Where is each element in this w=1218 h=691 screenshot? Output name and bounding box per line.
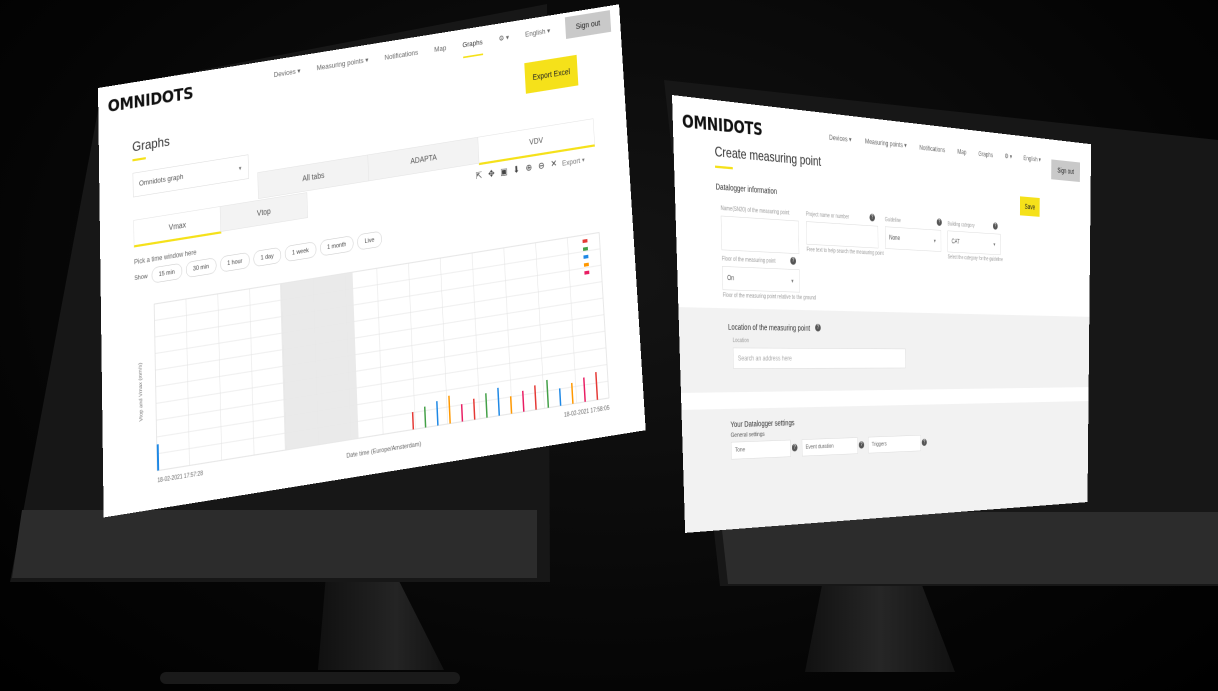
name-label: Name(SN20) of the measuring point — [720, 205, 790, 217]
nav-item[interactable]: Map — [957, 147, 966, 156]
sign-out-button[interactable]: Sign out — [1051, 159, 1080, 183]
range-prefix: Show — [134, 272, 148, 282]
select-icon[interactable]: ⇱ — [474, 171, 483, 182]
nav-item[interactable]: English ▾ — [1023, 154, 1040, 164]
date-right: 18-02-2021 17:58:05 — [564, 405, 610, 419]
help-icon[interactable]: ? — [992, 222, 998, 230]
help-icon[interactable]: ? — [936, 218, 942, 227]
project-label: Project name or number — [805, 211, 850, 221]
nav-item[interactable]: Devices ▾ — [829, 133, 852, 144]
section-general: Datalogger information — [715, 181, 778, 196]
highlight-band — [279, 272, 359, 451]
event-duration-label: Event duration — [805, 442, 834, 451]
tone-label: Tone — [734, 446, 746, 454]
pan-icon[interactable]: ✥ — [487, 169, 496, 180]
box-zoom-icon[interactable]: ▣ — [499, 167, 508, 178]
nav-item[interactable]: Measuring points ▾ — [316, 55, 368, 72]
nav-item[interactable]: Map — [434, 43, 446, 53]
range-30min[interactable]: 30 min — [185, 257, 217, 279]
tab-vmax[interactable]: Vmax — [133, 206, 222, 248]
left-monitor-stand — [318, 575, 444, 670]
event-duration-field[interactable]: Event duration — [801, 437, 858, 457]
triggers-label: Triggers — [871, 440, 887, 448]
y-axis-label: Vtop and Vmax (mm/s) — [138, 362, 145, 422]
tab-adapta[interactable]: ADAPTA — [367, 136, 480, 182]
range-live[interactable]: Live — [357, 230, 382, 251]
nav-item[interactable]: Devices ▾ — [274, 66, 301, 79]
guideline-label: Guideline — [884, 216, 901, 224]
page-title: Graphs — [132, 133, 170, 155]
nav-item[interactable]: English ▾ — [525, 26, 551, 39]
device-select[interactable]: Omnidots graph ▾ — [132, 154, 249, 198]
omnidots-logo: OMNIDOTS — [107, 83, 194, 117]
help-icon[interactable]: ? — [869, 213, 875, 222]
zoom-in-icon[interactable]: ⊕ — [524, 163, 533, 174]
omnidots-logo: OMNIDOTS — [681, 111, 763, 141]
chevron-down-icon: ▾ — [993, 241, 996, 248]
section-general-settings: General settings — [730, 430, 765, 439]
category-select[interactable]: CAT ▾ — [947, 230, 1001, 256]
nav-item[interactable]: Graphs — [462, 37, 484, 59]
guideline-value: None — [889, 233, 901, 242]
nav-item[interactable]: Graphs — [978, 149, 993, 158]
reset-icon[interactable]: ✕ — [549, 159, 558, 170]
range-1day[interactable]: 1 day — [253, 246, 282, 268]
chevron-down-icon: ▾ — [238, 164, 242, 172]
range-15min[interactable]: 15 min — [151, 262, 183, 284]
tab-all[interactable]: All tabs — [257, 154, 370, 199]
project-field[interactable] — [806, 221, 879, 249]
export-excel-button[interactable]: Export Excel — [524, 54, 579, 94]
nav-item[interactable]: Notifications — [919, 143, 945, 154]
chevron-down-icon: ▾ — [933, 237, 936, 245]
x-axis-label: Date time (Europe/Amsterdam) — [346, 441, 421, 460]
nav-item[interactable]: Measuring points ▾ — [865, 137, 907, 150]
export-dropdown[interactable]: Export — [562, 156, 581, 167]
title-underline — [132, 157, 146, 162]
name-field[interactable] — [720, 215, 800, 254]
zoom-out-icon[interactable]: ⊖ — [537, 161, 546, 172]
range-1hour[interactable]: 1 hour — [219, 252, 250, 273]
category-value: CAT — [951, 237, 960, 246]
left-monitor-chin — [12, 510, 537, 578]
floor-label: Floor of the measuring point — [721, 255, 776, 265]
download-icon[interactable]: ⬇ — [512, 165, 521, 176]
tab-vtop[interactable]: Vtop — [219, 192, 308, 232]
range-1week[interactable]: 1 week — [284, 241, 317, 263]
nav-item[interactable]: ⚙ ▾ — [1005, 152, 1012, 161]
title-underline — [715, 165, 733, 170]
right-monitor-stand — [805, 580, 955, 672]
right-screen: OMNIDOTS Devices ▾ Measuring points ▾ Noti… — [672, 95, 1092, 533]
help-icon[interactable]: ? — [815, 323, 821, 332]
guideline-select[interactable]: None ▾ — [884, 226, 942, 252]
top-navigation: Devices ▾ Measuring points ▾ Notifications… — [273, 15, 551, 90]
location-placeholder: Search an address here — [737, 354, 792, 363]
floor-hint: Floor of the measuring point relative to… — [722, 292, 817, 302]
help-icon[interactable]: ? — [790, 256, 797, 265]
location-search-input[interactable]: Search an address here — [732, 347, 906, 369]
chevron-down-icon: ▾ — [581, 156, 585, 164]
category-label: Building category — [947, 221, 975, 229]
project-hint: Free text to help search the measuring p… — [806, 246, 884, 257]
left-screen: OMNIDOTS Devices ▾ Measuring points ▾ Noti… — [98, 4, 646, 518]
nav-item[interactable]: ⚙ ▾ — [498, 33, 509, 43]
category-hint: Select the category for the guideline — [947, 254, 1003, 263]
floor-value: On — [727, 273, 735, 282]
sign-out-button[interactable]: Sign out — [564, 10, 612, 39]
tone-field[interactable]: Tone — [730, 439, 791, 460]
section-location: Location of the measuring point — [727, 322, 811, 333]
triggers-field[interactable]: Triggers — [868, 434, 921, 454]
stage: OMNIDOTS Devices ▾ Measuring points ▾ Noti… — [0, 0, 1218, 691]
floor-select[interactable]: On ▾ — [722, 266, 800, 293]
date-left: 18-02-2021 17:57:28 — [157, 470, 203, 484]
save-button[interactable]: Save — [1019, 196, 1040, 217]
left-monitor-foot — [160, 672, 460, 684]
range-1month[interactable]: 1 month — [319, 235, 354, 257]
device-select-value: Omnidots graph — [138, 172, 184, 188]
location-label: Location — [732, 337, 750, 344]
chevron-down-icon: ▾ — [791, 277, 794, 285]
nav-item[interactable]: Notifications — [384, 48, 418, 62]
